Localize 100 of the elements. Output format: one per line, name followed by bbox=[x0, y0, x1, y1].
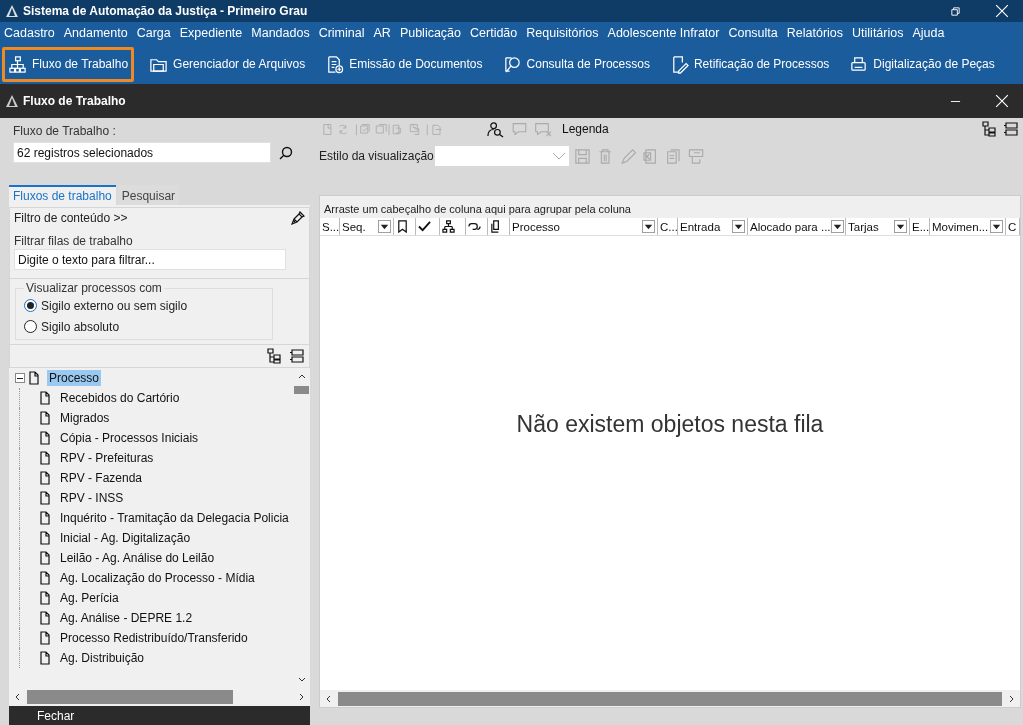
menu-item[interactable]: Cadastro bbox=[4, 26, 55, 40]
filter-toggle[interactable]: Filtro de conteúdo >> bbox=[14, 211, 128, 225]
filter-dropdown-icon[interactable] bbox=[642, 220, 655, 233]
column-header[interactable]: Seq. bbox=[342, 220, 366, 233]
radio-button[interactable] bbox=[24, 299, 37, 312]
document-add-icon bbox=[325, 54, 345, 74]
tree-expand-icon[interactable] bbox=[266, 348, 282, 364]
filter-dropdown-icon[interactable] bbox=[830, 220, 844, 233]
horizontal-scrollbar[interactable] bbox=[320, 690, 1020, 707]
menu-item[interactable]: Ajuda bbox=[912, 26, 945, 40]
app-logo-icon bbox=[6, 5, 18, 17]
document-icon bbox=[40, 571, 50, 585]
menu-item[interactable]: Expediente bbox=[179, 26, 243, 40]
toolbar-button[interactable]: Emissão de Documentos bbox=[320, 47, 488, 81]
close-icon[interactable] bbox=[995, 4, 1009, 18]
column-header[interactable]: Movimen... bbox=[932, 220, 989, 233]
document-icon bbox=[40, 591, 50, 605]
search-icon bbox=[502, 54, 522, 74]
toolbar-button[interactable]: Digitalização de Peças bbox=[844, 47, 1000, 81]
tree-item[interactable]: RPV - Fazenda bbox=[58, 470, 145, 486]
brush-icon[interactable] bbox=[291, 211, 305, 225]
column-header[interactable]: C bbox=[1008, 220, 1017, 233]
column-header[interactable]: C... bbox=[660, 220, 678, 233]
tree-item[interactable]: Leilão - Ag. Análise do Leilão bbox=[58, 550, 217, 566]
legend-button[interactable]: Legenda bbox=[562, 122, 609, 136]
document-icon bbox=[40, 391, 50, 405]
find-person-icon[interactable] bbox=[487, 120, 504, 138]
checkmark-icon[interactable] bbox=[418, 220, 431, 233]
column-header[interactable]: E... bbox=[912, 220, 930, 233]
menu-item[interactable]: AR bbox=[373, 26, 391, 40]
radio-label[interactable]: Sigilo absoluto bbox=[41, 319, 120, 334]
tree-collapse-icon[interactable] bbox=[1003, 121, 1019, 137]
scroll-thumb[interactable] bbox=[338, 691, 1002, 706]
scanner-icon bbox=[849, 54, 869, 74]
menu-item[interactable]: Consulta bbox=[728, 26, 778, 40]
filter-dropdown-icon[interactable] bbox=[732, 220, 745, 233]
close-icon[interactable] bbox=[995, 94, 1009, 108]
search-icon[interactable] bbox=[279, 145, 293, 160]
collapse-toggle[interactable] bbox=[15, 373, 25, 383]
hierarchy-icon[interactable] bbox=[442, 220, 455, 233]
tree-item[interactable]: Recebidos do Cartório bbox=[58, 390, 182, 406]
empty-message: Não existem objetos nesta fila bbox=[516, 410, 824, 438]
group-title: Visualizar processos com bbox=[25, 281, 163, 295]
tree-item[interactable]: Migrados bbox=[58, 410, 112, 426]
document-icon bbox=[40, 431, 50, 445]
document-icon bbox=[40, 611, 50, 625]
toolbar-button[interactable]: Fluxo de Trabalho bbox=[2, 46, 135, 82]
menu-item[interactable]: Relatórios bbox=[786, 26, 844, 40]
tree-expand-icon[interactable] bbox=[981, 121, 997, 137]
menu-item[interactable]: Certidão bbox=[470, 26, 518, 40]
filter-dropdown-icon[interactable] bbox=[378, 220, 391, 233]
tree-item[interactable]: Ag. Análise - DEPRE 1.2 bbox=[58, 610, 195, 626]
hierarchy-icon bbox=[8, 54, 27, 74]
menu-item[interactable]: Requisitórios bbox=[526, 26, 599, 40]
link-icon[interactable] bbox=[468, 220, 481, 233]
tree-item[interactable]: Cópia - Processos Iniciais bbox=[58, 430, 201, 446]
tree-item[interactable]: Processo bbox=[47, 370, 102, 386]
tree-item[interactable]: RPV - Prefeituras bbox=[58, 450, 156, 466]
radio-button[interactable] bbox=[24, 320, 37, 333]
document-icon bbox=[40, 651, 50, 665]
workflow-field[interactable]: 62 registros selecionados bbox=[13, 142, 271, 163]
toolbar-button[interactable]: Consulta de Processos bbox=[497, 47, 655, 81]
column-header[interactable]: Tarjas bbox=[848, 220, 879, 233]
document-icon bbox=[29, 371, 39, 385]
restore-icon[interactable] bbox=[950, 5, 961, 17]
document-icon bbox=[40, 411, 50, 425]
filter-dropdown-icon[interactable] bbox=[990, 220, 1003, 233]
filter-dropdown-icon[interactable] bbox=[894, 220, 907, 233]
document-icon bbox=[40, 531, 50, 545]
tree-item[interactable]: Inquérito - Tramitação da Delegacia Policia bbox=[58, 510, 291, 526]
tree-item[interactable]: Ag. Distribuição bbox=[58, 650, 147, 666]
column-header[interactable]: Alocado para ... bbox=[750, 220, 831, 233]
bookmark-icon[interactable] bbox=[396, 220, 409, 233]
tab[interactable]: Fluxos de trabalho bbox=[9, 185, 116, 205]
menu-item[interactable]: Andamento bbox=[63, 26, 128, 40]
tree-item[interactable]: Inicial - Ag. Digitalização bbox=[58, 530, 193, 546]
tree-item[interactable]: Processo Redistribuído/Transferido bbox=[58, 630, 250, 646]
window-title: Sistema de Automação da Justiça - Primeiro Grau bbox=[23, 4, 308, 18]
scroll-thumb[interactable] bbox=[27, 690, 233, 704]
menu-item[interactable]: Criminal bbox=[318, 26, 365, 40]
radio-label[interactable]: Sigilo externo ou sem sigilo bbox=[41, 298, 188, 313]
field-label: Fluxo de Trabalho : bbox=[13, 124, 117, 138]
scroll-thumb[interactable] bbox=[294, 386, 309, 394]
menu-item[interactable]: Publicação bbox=[399, 26, 462, 40]
document-icon bbox=[40, 511, 50, 525]
column-header[interactable]: S... bbox=[322, 220, 340, 233]
menu-item[interactable]: Carga bbox=[136, 26, 171, 40]
toolbar-button[interactable]: Retificação de Processos bbox=[664, 47, 835, 81]
tree-item[interactable]: RPV - INSS bbox=[58, 490, 126, 506]
tree-collapse-icon[interactable] bbox=[289, 348, 305, 364]
tree-item[interactable]: Ag. Localização do Processo - Mídia bbox=[58, 570, 257, 586]
menu-item[interactable]: Mandados bbox=[251, 26, 310, 40]
column-header[interactable]: Entrada bbox=[680, 220, 721, 233]
close-button[interactable]: Fechar bbox=[35, 708, 77, 723]
column-header[interactable]: Processo bbox=[512, 220, 560, 233]
menu-item[interactable]: Adolescente Infrator bbox=[607, 26, 720, 40]
toolbar-button[interactable]: Gerenciador de Arquivos bbox=[144, 47, 311, 81]
filter-field[interactable]: Digite o texto para filtrar... bbox=[14, 249, 286, 270]
tree-item[interactable]: Ag. Perícia bbox=[58, 590, 121, 606]
menu-item[interactable]: Utilitários bbox=[852, 26, 904, 40]
